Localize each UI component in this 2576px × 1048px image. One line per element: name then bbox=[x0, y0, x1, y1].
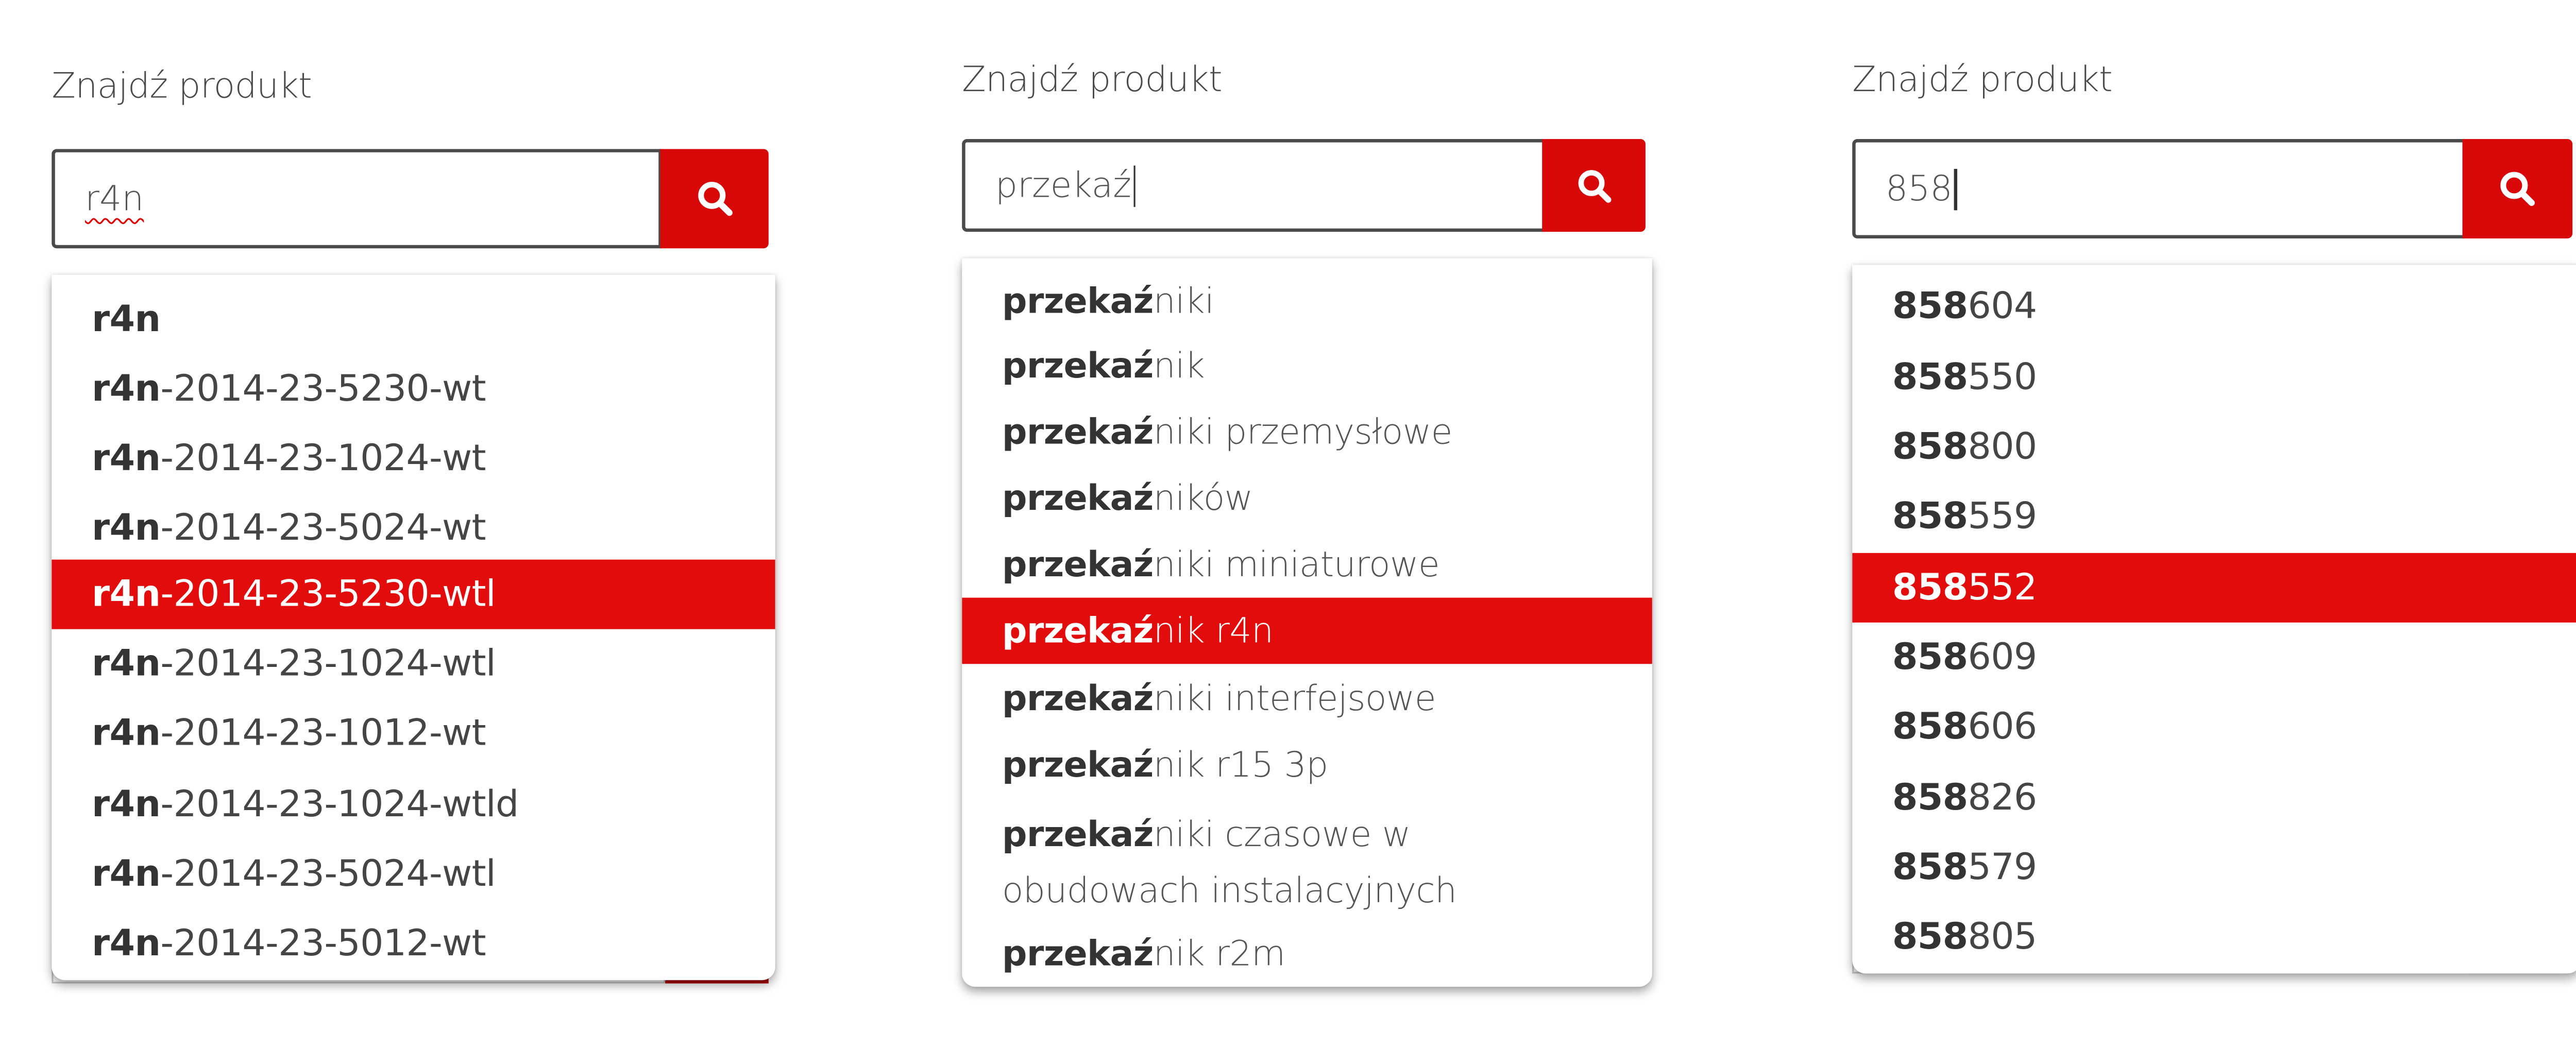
suggestion-item[interactable]: przekaź niki przemysłowe bbox=[962, 399, 1652, 466]
suggestion-item[interactable]: r4n -2014-23-1024-wtld bbox=[52, 770, 775, 839]
suggestion-item[interactable]: przekaź ników bbox=[962, 465, 1652, 531]
suggestion-item[interactable]: przekaźniki czasowe w obudowach instalac… bbox=[962, 798, 1652, 924]
search-widget-3: Znajdź produkt 858 858 604 858 550 858 800 … bbox=[1852, 60, 2576, 1003]
search-input-value: przekaź bbox=[995, 165, 1131, 205]
suggestion-item[interactable]: przekaź niki bbox=[962, 268, 1652, 335]
search-label: Znajdź produkt bbox=[1852, 59, 2113, 99]
suggestion-item[interactable]: 858 550 bbox=[1852, 342, 2576, 412]
suggestion-item[interactable]: r4n -2014-23-5024-wtl bbox=[52, 839, 775, 909]
suggestions-dropdown: 858 604 858 550 858 800 858 559 858 552 858 60… bbox=[1852, 265, 2576, 974]
search-icon bbox=[697, 181, 732, 216]
suggestion-item-selected[interactable]: r4n -2014-23-5230-wtl bbox=[52, 559, 775, 629]
search-input[interactable]: r4n bbox=[52, 149, 662, 249]
suggestion-item-selected[interactable]: przekaź nik r4n bbox=[962, 597, 1652, 664]
suggestions-dropdown: przekaź niki przekaź nik przekaź niki przem… bbox=[962, 258, 1652, 987]
search-icon bbox=[1577, 169, 1611, 202]
suggestion-item-selected[interactable]: 858 552 bbox=[1852, 553, 2576, 623]
search-button[interactable] bbox=[2462, 139, 2573, 238]
search-icon bbox=[2500, 171, 2535, 206]
suggestion-item[interactable]: r4n -2014-23-1024-wtl bbox=[52, 629, 775, 699]
search-label: Znajdź produkt bbox=[962, 59, 1223, 99]
search-input[interactable]: przekaź bbox=[962, 139, 1546, 232]
suggestion-item[interactable]: przekaź nik r15 3p bbox=[962, 732, 1652, 798]
suggestion-item[interactable]: r4n -2014-23-1012-wt bbox=[52, 699, 775, 768]
suggestion-item[interactable]: 858 606 bbox=[1852, 692, 2576, 762]
suggestion-item[interactable]: r4n -2014-23-5024-wt bbox=[52, 493, 775, 563]
search-widget-1: Znajdź produkt r4n r4n r4n -2014-23-5230-… bbox=[52, 66, 785, 993]
suggestion-item[interactable]: przekaź nik r2m bbox=[962, 920, 1652, 987]
search-button[interactable] bbox=[1542, 139, 1646, 232]
suggestion-item[interactable]: 858 604 bbox=[1852, 271, 2576, 341]
search-widget-2: Znajdź produkt przekaź przekaź niki przek… bbox=[962, 60, 1662, 1003]
search-label: Znajdź produkt bbox=[52, 66, 312, 106]
suggestion-item[interactable]: 858 805 bbox=[1852, 902, 2576, 972]
search-button[interactable] bbox=[660, 149, 769, 249]
text-caret bbox=[1954, 168, 1957, 210]
suggestions-dropdown: r4n r4n -2014-23-5230-wt r4n -2014-23-1024… bbox=[52, 274, 775, 981]
text-caret bbox=[1133, 164, 1136, 207]
suggestion-item[interactable]: 858 559 bbox=[1852, 482, 2576, 552]
search-demo-stage: Znajdź produkt r4n r4n r4n -2014-23-5230-… bbox=[0, 0, 2576, 1048]
suggestion-item[interactable]: r4n -2014-23-5012-wt bbox=[52, 909, 775, 978]
suggestion-item[interactable]: 858 826 bbox=[1852, 763, 2576, 833]
search-input[interactable]: 858 bbox=[1852, 139, 2466, 238]
suggestion-item[interactable]: przekaź niki interfejsowe bbox=[962, 665, 1652, 732]
search-input-value: r4n bbox=[85, 179, 144, 219]
search-input-value: 858 bbox=[1885, 168, 1953, 209]
suggestion-item[interactable]: r4n -2014-23-1024-wt bbox=[52, 424, 775, 493]
suggestion-item[interactable]: r4n bbox=[52, 285, 775, 354]
suggestion-item[interactable]: 858 579 bbox=[1852, 833, 2576, 902]
suggestion-item[interactable]: r4n -2014-23-5230-wt bbox=[52, 354, 775, 424]
suggestion-item[interactable]: 858 609 bbox=[1852, 623, 2576, 692]
suggestion-item[interactable]: przekaź nik bbox=[962, 333, 1652, 399]
suggestion-item[interactable]: przekaź niki miniaturowe bbox=[962, 531, 1652, 598]
suggestion-item[interactable]: 858 800 bbox=[1852, 413, 2576, 482]
